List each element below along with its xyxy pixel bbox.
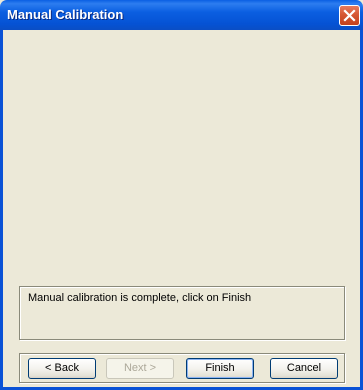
finish-button[interactable]: Finish — [186, 358, 254, 379]
dialog-body: Manual calibration is complete, click on… — [3, 30, 360, 387]
next-button: Next > — [106, 358, 174, 379]
cancel-button[interactable]: Cancel — [270, 358, 338, 379]
window-title: Manual Calibration — [7, 7, 124, 22]
manual-calibration-window: Manual Calibration Manual calibration is… — [0, 0, 363, 390]
title-bar[interactable]: Manual Calibration — [0, 0, 363, 30]
close-button[interactable] — [339, 5, 360, 26]
status-message-box: Manual calibration is complete, click on… — [19, 286, 345, 340]
close-icon — [343, 9, 356, 22]
status-message: Manual calibration is complete, click on… — [28, 292, 252, 304]
back-button[interactable]: < Back — [28, 358, 96, 379]
wizard-button-bar: < Back Next > Finish Cancel — [19, 353, 345, 383]
